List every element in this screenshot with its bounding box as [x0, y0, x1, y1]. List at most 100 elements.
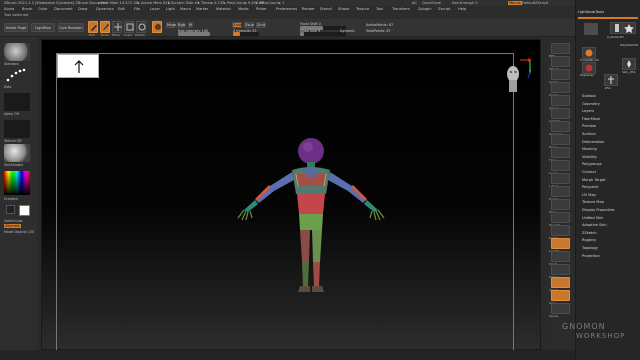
menu-help[interactable]: Help: [458, 7, 466, 11]
live-boolean-button[interactable]: Live Boolean: [58, 23, 84, 32]
scale-button[interactable]: [124, 21, 134, 33]
subpalette-adaptive-skin[interactable]: Adaptive Skin: [582, 223, 607, 227]
subpalette-zsketch[interactable]: ZSketch: [582, 231, 597, 235]
menu-texture[interactable]: Texture: [356, 7, 369, 11]
menu-transform[interactable]: Transform: [392, 7, 410, 11]
switch-color-button[interactable]: SwitchColor: [4, 219, 23, 223]
subpalette-polygroups[interactable]: Polygroups: [582, 162, 602, 166]
menu-tool[interactable]: Tool: [376, 7, 383, 11]
shelf-button-linefill[interactable]: [551, 238, 570, 249]
alpha-thumbnail[interactable]: [4, 93, 30, 111]
lightbox-button[interactable]: LightBox: [31, 23, 55, 32]
lightbox-tools-header[interactable]: Lightbox▸Tools: [578, 10, 604, 14]
shelf-button-dynamic[interactable]: [551, 121, 570, 132]
menu-stencil[interactable]: Stencil: [320, 7, 332, 11]
sculpt-mode-button[interactable]: [152, 21, 162, 33]
quicksave-button[interactable]: QuickSave: [422, 1, 441, 5]
menu-dynamics[interactable]: Dynamics: [96, 7, 114, 11]
subpalette-polypaint[interactable]: Polypaint: [582, 185, 599, 189]
menu-marker[interactable]: Marker: [196, 7, 208, 11]
subpalette-visibility[interactable]: Visibility: [582, 155, 597, 159]
alternate-button[interactable]: Alternate: [4, 224, 21, 228]
texture-thumbnail[interactable]: [4, 120, 30, 138]
menu-zplugin[interactable]: Zplugin: [418, 7, 432, 11]
subpalette-deformation[interactable]: Deformation: [582, 140, 604, 144]
shelf-button-move[interactable]: [551, 199, 570, 210]
navigation-head-gizmo[interactable]: [500, 56, 538, 100]
draw-button[interactable]: [100, 21, 110, 33]
subpalette-texture-map[interactable]: Texture Map: [582, 200, 604, 204]
menu-movie[interactable]: Movie: [238, 7, 249, 11]
menu-file[interactable]: File: [134, 7, 140, 11]
subpalette-masking[interactable]: Masking: [582, 147, 597, 151]
zadd-button[interactable]: Zadd: [232, 22, 242, 28]
brush-thumbnail[interactable]: [4, 43, 30, 61]
subpalette-topology[interactable]: Topology: [582, 246, 598, 250]
tool-thumb-cylinder3d-1[interactable]: [584, 23, 598, 35]
subpalette-fibermesh[interactable]: FiberMesh: [582, 117, 600, 121]
shelf-button-local[interactable]: [551, 160, 570, 171]
subpalette-unified-skin[interactable]: Unified Skin: [582, 216, 603, 220]
rgb-intensity-track[interactable]: [178, 32, 210, 36]
subpalette-contact[interactable]: Contact: [582, 170, 596, 174]
subpalette-subtool[interactable]: Subtool: [582, 94, 596, 98]
subpalette-geometry[interactable]: Geometry: [582, 102, 600, 106]
menu-zscript[interactable]: Zscript: [438, 7, 450, 11]
secondary-color-swatch[interactable]: [6, 205, 15, 214]
zsub-button[interactable]: Zsub: [244, 22, 254, 28]
shelf-button-zoomd[interactable]: [551, 212, 570, 223]
shelf-button-persp[interactable]: [551, 134, 570, 145]
shelf-button-transp[interactable]: [551, 264, 570, 275]
subpalette-uv-map[interactable]: UV Map: [582, 193, 596, 197]
shelf-button-polyf[interactable]: [551, 251, 570, 262]
default-zscript-button[interactable]: DefaultZScript: [522, 1, 548, 5]
move-button[interactable]: [112, 21, 122, 33]
menu-color[interactable]: Color: [38, 7, 47, 11]
menu-light[interactable]: Light: [166, 7, 175, 11]
shelf-button-actual[interactable]: [551, 95, 570, 106]
shelf-button-zoom[interactable]: [551, 82, 570, 93]
color-picker[interactable]: [4, 171, 30, 195]
shelf-button-spix-3[interactable]: [551, 56, 570, 67]
menus-button[interactable]: Menus: [508, 1, 522, 5]
mrgb-button[interactable]: Mrgb: [166, 22, 176, 28]
menu-brush[interactable]: Brush: [22, 7, 32, 11]
character-model[interactable]: [226, 134, 386, 300]
tool-thumb-polymesh3d[interactable]: [622, 22, 636, 34]
z-intensity-track[interactable]: [233, 32, 259, 36]
menu-layer[interactable]: Layer: [150, 7, 160, 11]
menu-edit[interactable]: Edit: [118, 7, 125, 11]
subpalette-surface[interactable]: Surface: [582, 132, 596, 136]
shelf-button-xpose[interactable]: [551, 303, 570, 314]
subpalette-projection[interactable]: Projection: [582, 254, 600, 258]
shelf-button-l-sym[interactable]: [551, 173, 570, 184]
edit-button[interactable]: [88, 21, 98, 33]
shelf-button-ghost[interactable]: [551, 277, 570, 288]
menu-alpha[interactable]: Alpha: [4, 7, 14, 11]
stroke-thumbnail[interactable]: [4, 66, 30, 84]
subpalette-display-properties[interactable]: Display Properties: [582, 208, 615, 212]
menu-document[interactable]: Document: [54, 7, 73, 11]
subpalette-preview[interactable]: Preview: [582, 124, 596, 128]
subpalette-rigging[interactable]: Rigging: [582, 238, 596, 242]
menu-material[interactable]: Material: [216, 7, 231, 11]
dynamic-toggle[interactable]: Dynamic: [340, 29, 355, 33]
shelf-button-rotate[interactable]: [551, 225, 570, 236]
zcut-button[interactable]: Zcut: [256, 22, 266, 28]
menu-macro[interactable]: Macro: [180, 7, 191, 11]
rotate-button[interactable]: [136, 21, 146, 33]
shelf-button-solo[interactable]: [551, 290, 570, 301]
main-color-swatch[interactable]: [19, 205, 30, 216]
shelf-button-bpr[interactable]: [551, 43, 570, 54]
rgb-button[interactable]: Rgb: [177, 22, 186, 28]
m-button[interactable]: M: [188, 22, 193, 28]
model-opacity-slider[interactable]: Model Opacity 100: [4, 230, 34, 234]
subpalette-layers[interactable]: Layers: [582, 109, 594, 113]
shelf-button-frame[interactable]: [551, 186, 570, 197]
menu-stroke[interactable]: Stroke: [338, 7, 349, 11]
shelf-button-aahalf[interactable]: [551, 108, 570, 119]
ac-label[interactable]: AC: [412, 1, 417, 5]
see-through-slider[interactable]: See-through 0: [452, 1, 478, 5]
home-page-button[interactable]: Home Page: [4, 23, 28, 32]
tool-thumb-skin-zs1[interactable]: [622, 58, 636, 70]
